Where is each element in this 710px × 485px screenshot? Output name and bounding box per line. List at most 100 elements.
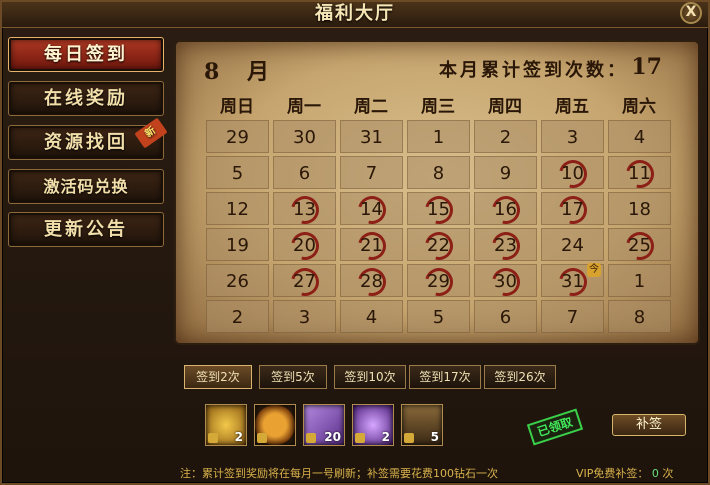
calendar-day[interactable]: 27 (273, 262, 336, 302)
day-number: 24 (561, 235, 584, 256)
calendar-day[interactable]: 30 (273, 120, 336, 153)
day-number: 2 (231, 307, 244, 328)
calendar-day[interactable]: 6 (474, 300, 537, 333)
milestone-tab[interactable]: 签到10次 (334, 365, 406, 389)
menu-label: 每日签到 (44, 44, 128, 65)
day-number: 7 (566, 307, 579, 328)
makeup-signin-button[interactable]: 补签 (612, 414, 686, 436)
day-number: 12 (226, 199, 249, 220)
signin-calendar: 8 月 本月累计签到次数： 17 周日 周一 周二 周三 周四 周五 周六 29 30 31 1 2… (174, 40, 700, 345)
calendar-day[interactable]: 18 (608, 192, 671, 225)
calendar-day[interactable]: 8 (608, 300, 671, 333)
day-number: 2 (499, 127, 512, 148)
calendar-day[interactable]: 20 (273, 226, 336, 266)
menu-resource-recovery[interactable]: 资源找回新 (8, 117, 168, 160)
menu-code-redeem[interactable]: 激活码兑换 (8, 169, 164, 204)
calendar-day[interactable]: 19 (206, 228, 269, 261)
calendar-day[interactable]: 26 (206, 264, 269, 297)
calendar-day[interactable]: 4 (608, 120, 671, 153)
gold-chest-icon[interactable]: 2 (205, 404, 247, 446)
calendar-day[interactable]: 1 (608, 264, 671, 297)
calendar-day[interactable]: 30 (474, 262, 537, 302)
calendar-day[interactable]: 8 (407, 156, 470, 189)
day-number: 17 (561, 199, 584, 220)
menu-daily-signin[interactable]: 每日签到 (8, 37, 164, 72)
day-number: 30 (494, 271, 517, 292)
calendar-day[interactable]: 7 (340, 156, 403, 189)
purple-scroll-icon[interactable]: 20 (303, 404, 345, 446)
calendar-day[interactable]: 15 (407, 190, 470, 230)
day-number: 31 (360, 127, 383, 148)
new-badge: 新 (134, 117, 168, 149)
bound-gold-icon (257, 433, 267, 443)
calendar-day[interactable]: 22 (407, 226, 470, 266)
calendar-day[interactable]: 23 (474, 226, 537, 266)
calendar-day[interactable]: 3 (273, 300, 336, 333)
day-number: 1 (432, 127, 445, 148)
day-number: 23 (494, 235, 517, 256)
day-number: 30 (293, 127, 316, 148)
calendar-day[interactable]: 29 (407, 262, 470, 302)
milestone-tab[interactable]: 签到26次 (484, 365, 556, 389)
calendar-day[interactable]: 25 (608, 226, 671, 266)
calendar-day[interactable]: 5 (206, 156, 269, 189)
reward-panel: 2 20 2 5 已领取 补签 (174, 394, 700, 454)
weekday-label: 周四 (488, 97, 522, 117)
day-number: 13 (293, 199, 316, 220)
purple-crystal-icon[interactable]: 2 (352, 404, 394, 446)
reward-count: 2 (381, 430, 390, 444)
day-number: 31 (561, 271, 584, 292)
calendar-day[interactable]: 17 (541, 190, 604, 230)
calendar-day[interactable]: 28 (340, 262, 403, 302)
calendar-day[interactable]: 9 (474, 156, 537, 189)
weekday-label: 周六 (622, 97, 656, 117)
weekday-label: 周三 (421, 97, 455, 117)
day-number: 15 (427, 199, 450, 220)
day-number: 4 (365, 307, 378, 328)
calendar-day[interactable]: 2 (474, 120, 537, 153)
weekday-label: 周日 (220, 97, 254, 117)
calendar-day[interactable]: 21 (340, 226, 403, 266)
title-bar: 福利大厅 X (2, 2, 708, 28)
calendar-day[interactable]: 10 (541, 154, 604, 194)
calendar-day[interactable]: 2 (206, 300, 269, 333)
month-label: 8 月 (204, 59, 279, 85)
calendar-day[interactable]: 24 (541, 228, 604, 261)
calendar-day[interactable]: 31 (340, 120, 403, 153)
day-number: 11 (628, 163, 651, 184)
milestone-tab[interactable]: 签到5次 (259, 365, 327, 389)
calendar-day[interactable]: 29 (206, 120, 269, 153)
bound-gold-icon (306, 433, 316, 443)
reward-count: 5 (430, 430, 439, 444)
calendar-day[interactable]: 14 (340, 190, 403, 230)
milestone-tab[interactable]: 签到2次 (184, 365, 252, 389)
day-number: 8 (633, 307, 646, 328)
treasure-box-icon[interactable]: 5 (401, 404, 443, 446)
calendar-day[interactable]: 1 (407, 120, 470, 153)
calendar-day[interactable]: 31 今 (541, 262, 604, 302)
calendar-day[interactable]: 12 (206, 192, 269, 225)
close-button[interactable]: X (680, 2, 702, 24)
gold-coin-icon[interactable] (254, 404, 296, 446)
day-number: 21 (360, 235, 383, 256)
menu-online-reward[interactable]: 在线奖励 (8, 81, 164, 116)
calendar-day[interactable]: 11 (608, 154, 671, 194)
weekday-label: 周二 (354, 97, 388, 117)
day-number: 7 (365, 163, 378, 184)
milestone-tab[interactable]: 签到17次 (409, 365, 481, 389)
day-number: 6 (298, 163, 311, 184)
calendar-day[interactable]: 4 (340, 300, 403, 333)
day-number: 20 (293, 235, 316, 256)
calendar-day[interactable]: 7 (541, 300, 604, 333)
day-number: 5 (231, 163, 244, 184)
day-number: 27 (293, 271, 316, 292)
calendar-day[interactable]: 3 (541, 120, 604, 153)
menu-update-notice[interactable]: 更新公告 (8, 212, 164, 247)
calendar-day[interactable]: 13 (273, 190, 336, 230)
calendar-day[interactable]: 16 (474, 190, 537, 230)
side-menu: 每日签到 在线奖励 资源找回新 激活码兑换 更新公告 (8, 37, 168, 482)
day-number: 29 (427, 271, 450, 292)
calendar-day[interactable]: 6 (273, 156, 336, 189)
calendar-day[interactable]: 5 (407, 300, 470, 333)
weekday-label: 周一 (287, 97, 321, 117)
